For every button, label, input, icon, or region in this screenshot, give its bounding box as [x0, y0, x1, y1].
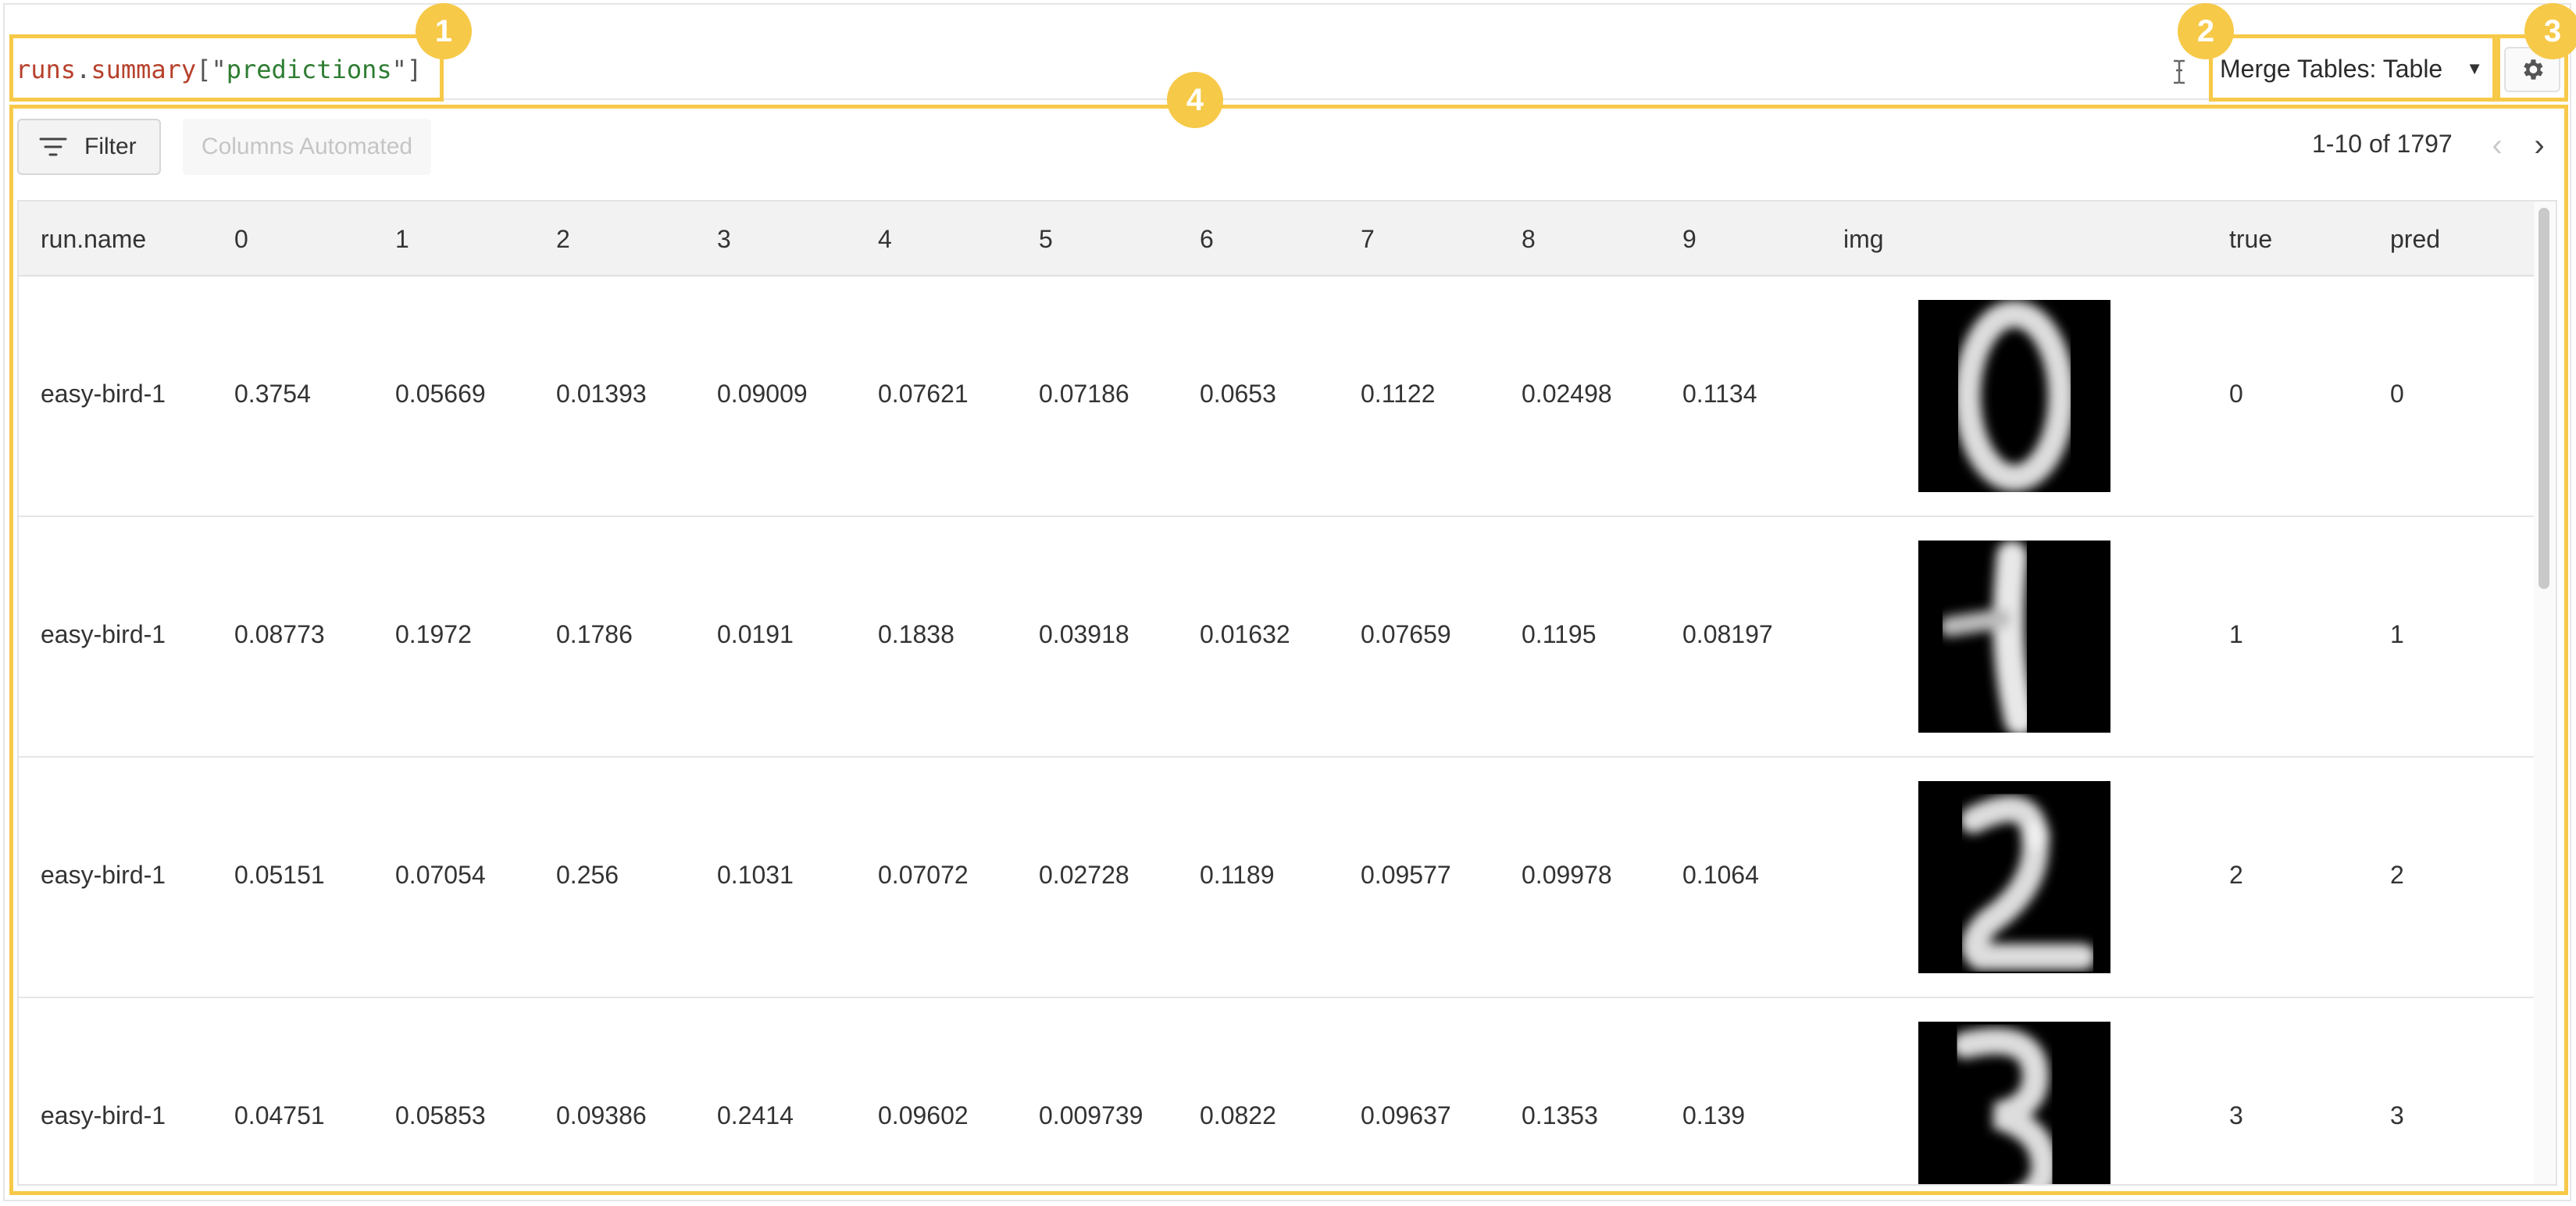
highlight-query [9, 34, 444, 102]
badge-4: 4 [1167, 72, 1223, 128]
badge-1: 1 [416, 3, 472, 59]
badge-3: 3 [2524, 3, 2576, 59]
highlight-merge [2209, 34, 2496, 102]
badge-2: 2 [2178, 3, 2234, 59]
text-cursor-icon [2167, 59, 2191, 85]
highlight-table [9, 105, 2568, 1195]
